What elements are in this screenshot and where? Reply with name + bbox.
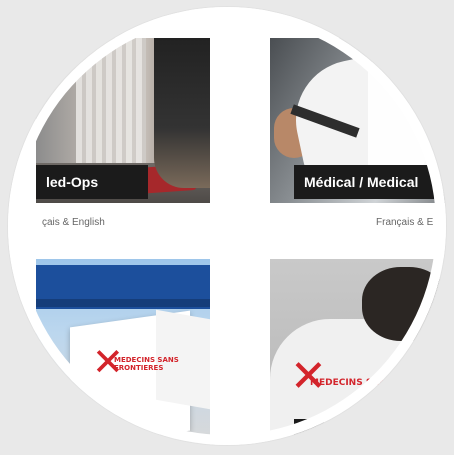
- msf-logo-text: MEDECINS SANS FRONTIERES: [114, 356, 179, 372]
- course-caption-med-ops[interactable]: led-Ops: [36, 165, 148, 199]
- tent-edge: [36, 299, 210, 307]
- course-grid: ✕ MEDECINS SANS FRONTIERES ✕ MEDECINS SA…: [0, 0, 454, 455]
- course-tile-tents[interactable]: ✕ MEDECINS SANS FRONTIERES: [36, 259, 210, 445]
- circular-crop: ✕ MEDECINS SANS FRONTIERES ✕ MEDECINS SA…: [8, 7, 446, 445]
- msf-logo-icon: ✕: [290, 351, 327, 402]
- tents-photo: ✕ MEDECINS SANS FRONTIERES: [36, 259, 210, 445]
- head: [362, 267, 446, 341]
- course-caption-medical[interactable]: Médical / Medical: [294, 165, 434, 199]
- course-language-med-ops: çais & English: [42, 217, 105, 228]
- curtain: [76, 38, 146, 178]
- msf-logo-text: MEDECINS SANS FRO: [310, 378, 418, 388]
- course-tile-msf-shirt[interactable]: ✕ MEDECINS SANS FRO: [270, 259, 446, 445]
- course-language-medical: Français & E: [376, 217, 434, 228]
- person-silhouette: [154, 38, 210, 188]
- msf-shirt-photo: ✕ MEDECINS SANS FRO: [270, 259, 446, 445]
- dark-label: [294, 419, 324, 441]
